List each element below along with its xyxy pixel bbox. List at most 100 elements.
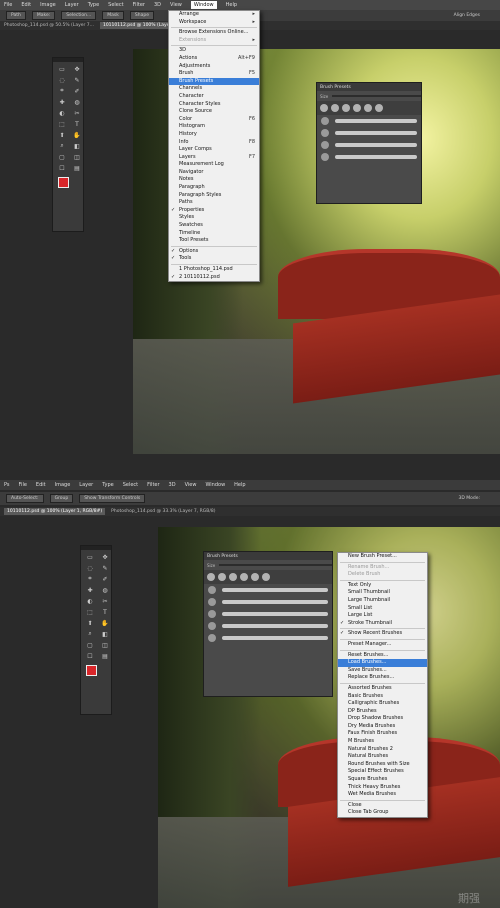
- hand-tool-icon[interactable]: ✋: [70, 130, 84, 140]
- menu-item-paragraph[interactable]: Paragraph: [169, 184, 259, 192]
- menu-item-calligraphic-brushes[interactable]: Calligraphic Brushes: [338, 700, 427, 708]
- menu-item-show-recent-brushes[interactable]: ✓ Show Recent Brushes: [338, 630, 427, 638]
- recent-brushes[interactable]: [317, 101, 421, 115]
- dodge-tool-icon[interactable]: ◐: [83, 596, 97, 606]
- zoom-tool-icon[interactable]: ⌕: [83, 629, 97, 639]
- option-3d-mode[interactable]: 3D Mode:: [458, 496, 480, 501]
- menu-item-text-only[interactable]: Text Only: [338, 582, 427, 590]
- menu-item-character-styles[interactable]: Character Styles: [169, 101, 259, 109]
- menu-item-load-brushes[interactable]: Load Brushes...: [338, 659, 427, 667]
- menu-item-swatches[interactable]: Swatches: [169, 222, 259, 230]
- stamp-tool-icon[interactable]: ◍: [70, 97, 84, 107]
- menu-item-drop-shadow-brushes[interactable]: Drop Shadow Brushes: [338, 715, 427, 723]
- healing-tool-icon[interactable]: ✚: [83, 585, 97, 595]
- menu-item-special-effect-brushes[interactable]: Special Effect Brushes: [338, 768, 427, 776]
- menu-filter[interactable]: Filter: [133, 2, 145, 8]
- menu-ps[interactable]: Ps: [4, 482, 10, 488]
- foreground-color[interactable]: [58, 177, 69, 188]
- menu-item-dp-brushes[interactable]: DP Brushes: [338, 708, 427, 716]
- menu-help[interactable]: Help: [234, 482, 245, 488]
- menu-item-adjustments[interactable]: Adjustments: [169, 63, 259, 71]
- option-mask[interactable]: Mask: [102, 11, 124, 20]
- menu-type[interactable]: Type: [88, 2, 99, 8]
- menu-item-navigator[interactable]: Navigator: [169, 169, 259, 177]
- eraser-tool-icon[interactable]: ✂: [70, 108, 84, 118]
- quick-mask-icon[interactable]: ◧: [70, 141, 84, 151]
- option-show-transform-controls[interactable]: Show Transform Controls: [79, 494, 146, 503]
- option-shape[interactable]: Shape: [129, 11, 154, 20]
- option-make[interactable]: Make:: [31, 11, 56, 20]
- move-tool-icon[interactable]: ✥: [70, 64, 84, 74]
- color-swatches[interactable]: [53, 175, 83, 197]
- history-brush-icon[interactable]: ▤: [98, 651, 112, 661]
- option-path[interactable]: Path: [6, 11, 26, 20]
- menu-item-close-tab-group[interactable]: Close Tab Group: [338, 809, 427, 817]
- menu-item-natural-brushes-2[interactable]: Natural Brushes 2: [338, 746, 427, 754]
- option-align-edges[interactable]: Align Edges: [454, 13, 480, 18]
- menu-item-layers[interactable]: Layers F7: [169, 154, 259, 162]
- menu-item-brush-presets[interactable]: Brush Presets: [169, 77, 259, 86]
- menu-edit[interactable]: Edit: [21, 2, 31, 8]
- menu-item-2-10110112-psd[interactable]: ✓ 2 10110112.psd: [169, 274, 259, 282]
- hand-tool-icon[interactable]: ✋: [98, 618, 112, 628]
- healing-tool-icon[interactable]: ✚: [55, 97, 69, 107]
- option-auto-select[interactable]: Auto-Select:: [6, 494, 44, 503]
- color-swatches[interactable]: [81, 663, 111, 685]
- option-selection[interactable]: Selection...: [61, 11, 97, 20]
- menu-item-m-brushes[interactable]: M Brushes: [338, 738, 427, 746]
- menu-item-properties[interactable]: ✓ Properties: [169, 207, 259, 215]
- menu-item-1-photoshop-114-psd[interactable]: 1 Photoshop_114.psd: [169, 266, 259, 274]
- menu-item-timeline[interactable]: Timeline: [169, 230, 259, 238]
- menu-item-dry-media-brushes[interactable]: Dry Media Brushes: [338, 723, 427, 731]
- menu-item-clone-source[interactable]: Clone Source: [169, 108, 259, 116]
- menu-layer[interactable]: Layer: [79, 482, 93, 488]
- zoom-tool-icon[interactable]: ⌕: [55, 141, 69, 151]
- marquee-tool-icon[interactable]: ▭: [83, 552, 97, 562]
- menu-item-basic-brushes[interactable]: Basic Brushes: [338, 693, 427, 701]
- lasso-tool-icon[interactable]: ◌: [83, 563, 97, 573]
- rectangle-tool-icon[interactable]: ☐: [55, 163, 69, 173]
- shape-tool-icon[interactable]: ⬚: [55, 119, 69, 129]
- menu-item-natural-brushes[interactable]: Natural Brushes: [338, 753, 427, 761]
- dodge-tool-icon[interactable]: ◐: [55, 108, 69, 118]
- screen-mode-icon[interactable]: ▢: [55, 152, 69, 162]
- menu-type[interactable]: Type: [102, 482, 113, 488]
- menu-item-large-list[interactable]: Large List: [338, 612, 427, 620]
- quick-mask-icon[interactable]: ◧: [98, 629, 112, 639]
- eraser-tool-icon[interactable]: ✂: [98, 596, 112, 606]
- menu-item-channels[interactable]: Channels: [169, 85, 259, 93]
- menu-item-workspace[interactable]: Workspace ▸: [169, 19, 259, 27]
- marquee-tool-icon[interactable]: ▭: [55, 64, 69, 74]
- menu-item-preset-manager[interactable]: Preset Manager...: [338, 641, 427, 649]
- menu-item-histogram[interactable]: Histogram: [169, 123, 259, 131]
- type-tool-icon[interactable]: T: [98, 607, 112, 617]
- lasso-tool-icon[interactable]: ◌: [55, 75, 69, 85]
- menu-item-paths[interactable]: Paths: [169, 199, 259, 207]
- brush-tool-icon[interactable]: ✎: [98, 563, 112, 573]
- document-tab[interactable]: Photoshop_114.psd @ 50.5% (Layer 7...: [4, 23, 94, 28]
- menu-item-arrange[interactable]: Arrange ▸: [169, 11, 259, 19]
- gradient-tool-icon[interactable]: ◫: [98, 640, 112, 650]
- menu-item-options[interactable]: ✓ Options: [169, 248, 259, 256]
- menu-item-actions[interactable]: Actions Alt+F9: [169, 55, 259, 63]
- brush-tool-icon[interactable]: ✎: [70, 75, 84, 85]
- menu-filter[interactable]: Filter: [147, 482, 159, 488]
- menu-window[interactable]: Window: [205, 482, 225, 488]
- path-select-tool-icon[interactable]: ⬆: [55, 130, 69, 140]
- menu-item-faux-finish-brushes[interactable]: Faux Finish Brushes: [338, 730, 427, 738]
- menu-item-styles[interactable]: Styles: [169, 214, 259, 222]
- crop-tool-icon[interactable]: ⌗: [55, 86, 69, 96]
- menu-select[interactable]: Select: [108, 2, 123, 8]
- rectangle-tool-icon[interactable]: ☐: [83, 651, 97, 661]
- menu-help[interactable]: Help: [226, 2, 237, 8]
- menu-item-close[interactable]: Close: [338, 802, 427, 810]
- menu-3d[interactable]: 3D: [154, 2, 161, 8]
- menu-item-large-thumbnail[interactable]: Large Thumbnail: [338, 597, 427, 605]
- menu-item-browse-extensions-online[interactable]: Browse Extensions Online...: [169, 29, 259, 37]
- shape-tool-icon[interactable]: ⬚: [83, 607, 97, 617]
- menu-item-new-brush-preset[interactable]: New Brush Preset...: [338, 553, 427, 561]
- menu-item-square-brushes[interactable]: Square Brushes: [338, 776, 427, 784]
- menu-item-thick-heavy-brushes[interactable]: Thick Heavy Brushes: [338, 784, 427, 792]
- menu-item-replace-brushes[interactable]: Replace Brushes...: [338, 674, 427, 682]
- menu-item-paragraph-styles[interactable]: Paragraph Styles: [169, 192, 259, 200]
